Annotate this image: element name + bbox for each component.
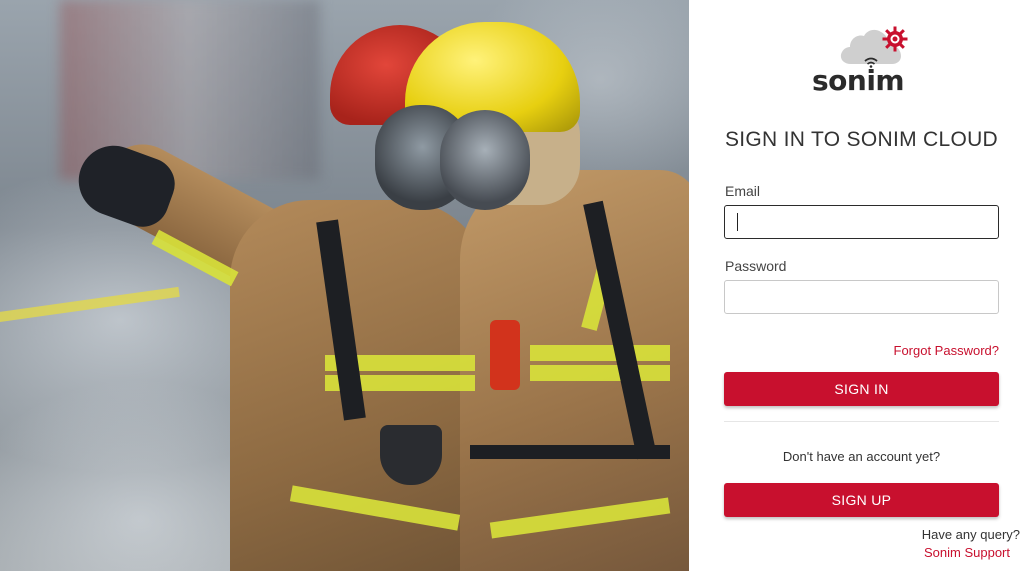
support-link[interactable]: Sonim Support: [924, 545, 1010, 560]
divider: [724, 421, 999, 422]
password-field[interactable]: [724, 280, 999, 314]
breathing-mask: [440, 110, 530, 210]
harness-belt: [470, 445, 670, 459]
sign-up-button[interactable]: SIGN UP: [724, 483, 999, 517]
email-label: Email: [725, 183, 761, 199]
no-account-text: Don't have an account yet?: [782, 449, 941, 464]
query-text: Have any query?: [921, 527, 1020, 542]
brand-wordmark: sonim: [812, 64, 905, 97]
password-label: Password: [725, 258, 787, 274]
email-field[interactable]: [724, 205, 999, 239]
sonim-logo: sonim: [809, 24, 919, 96]
sign-in-button[interactable]: SIGN IN: [724, 372, 999, 406]
reflective-stripe: [530, 365, 670, 381]
sign-in-panel: sonim SIGN IN TO SONIM CLOUD Email Passw…: [689, 0, 1034, 571]
forgot-password-link[interactable]: Forgot Password?: [894, 343, 1000, 358]
hero-image: [0, 0, 689, 571]
reflective-stripe: [530, 345, 670, 361]
text-cursor: [737, 213, 738, 231]
radio-device: [490, 320, 520, 390]
page-title: SIGN IN TO SONIM CLOUD: [724, 128, 999, 151]
gear-icon: [882, 26, 908, 52]
firefighter-pouch: [380, 425, 442, 485]
